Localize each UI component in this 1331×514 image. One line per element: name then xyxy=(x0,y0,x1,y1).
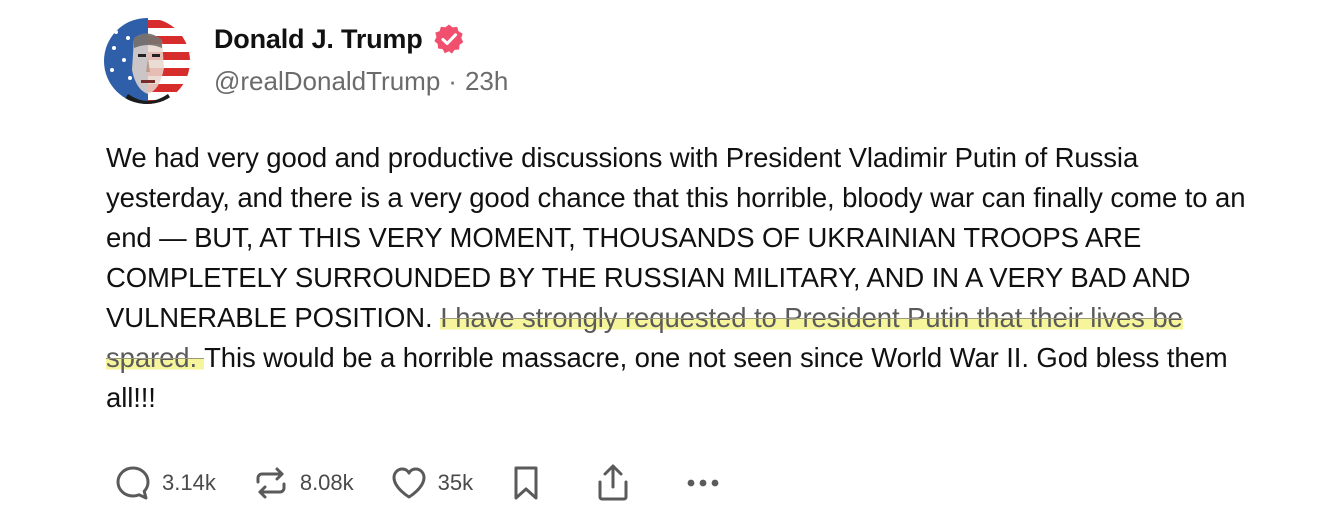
bookmark-icon xyxy=(514,466,538,500)
repost-count: 8.08k xyxy=(299,470,354,495)
avatar-image xyxy=(104,18,190,104)
repost-button[interactable]: 8.08k xyxy=(252,464,354,502)
share-icon xyxy=(598,464,628,501)
author-display-name[interactable]: Donald J. Trump xyxy=(214,24,423,55)
share-button[interactable] xyxy=(595,463,631,503)
post-card: Donald J. Trump @realDonaldTrump · 23h W… xyxy=(0,0,1331,514)
post-text: We had very good and productive discussi… xyxy=(106,138,1256,418)
meta-separator: · xyxy=(448,66,457,96)
bookmark-button[interactable] xyxy=(509,464,543,502)
post-text-after: This would be a horrible massacre, one n… xyxy=(106,342,1228,413)
author-handle-row: @realDonaldTrump · 23h xyxy=(214,66,508,97)
more-icon xyxy=(687,479,719,487)
like-button[interactable]: 35k xyxy=(390,464,473,502)
author-name-row: Donald J. Trump xyxy=(214,20,465,58)
repost-icon xyxy=(256,467,286,499)
reply-button[interactable]: 3.14k xyxy=(114,464,216,502)
like-count: 35k xyxy=(437,470,474,495)
heart-icon xyxy=(392,467,426,499)
post-actions-bar: 3.14k 8.08k 35k xyxy=(114,458,775,508)
author-handle[interactable]: @realDonaldTrump xyxy=(214,66,440,97)
post-timestamp[interactable]: 23h xyxy=(465,66,508,97)
avatar[interactable] xyxy=(104,18,190,104)
reply-count: 3.14k xyxy=(162,470,216,495)
more-options-button[interactable] xyxy=(683,464,723,502)
reply-icon xyxy=(116,466,150,500)
verified-badge-icon xyxy=(433,23,465,55)
